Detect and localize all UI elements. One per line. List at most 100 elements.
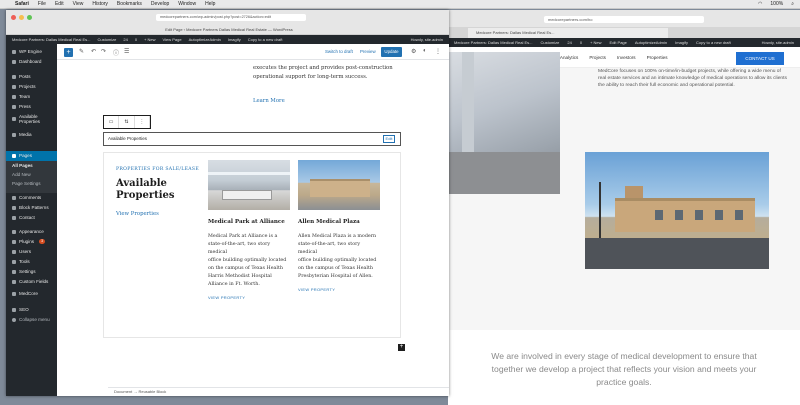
tab-editor[interactable]: Edit Page ‹ Medcore Partners Dallas Medi… (154, 25, 304, 35)
plugin-icon[interactable]: ◐ (423, 48, 427, 54)
menu-app-name[interactable]: Safari (15, 1, 29, 7)
menu-help[interactable]: Help (205, 1, 215, 7)
move-block-icon[interactable]: ⇅ (119, 116, 135, 128)
sidebar-item-team[interactable]: Team (12, 94, 30, 99)
nav-projects[interactable]: Projects (589, 55, 606, 60)
menu-view[interactable]: View (73, 1, 84, 7)
admin-bar-view-page[interactable]: View Page (163, 37, 182, 42)
sidebar-collapse-menu[interactable]: Collapse menu (12, 317, 50, 322)
property-photo-allen-plaza (298, 160, 380, 210)
property-title[interactable]: Allen Medical Plaza (298, 219, 380, 225)
menu-edit[interactable]: Edit (55, 1, 64, 7)
admin-bar-new[interactable]: + New (590, 40, 601, 45)
sidebar-item-appearance[interactable]: Appearance (12, 229, 44, 234)
admin-bar-howdy[interactable]: Howdy, site.admin (411, 37, 443, 42)
property-title[interactable]: Medical Park at Alliance (208, 219, 290, 225)
update-button[interactable]: Update (381, 47, 402, 57)
settings-gear-icon[interactable]: ⚙ (411, 48, 416, 55)
admin-bar-updates[interactable]: 24 (567, 40, 571, 45)
switch-to-draft-button[interactable]: Switch to draft (325, 49, 353, 54)
admin-bar-comments[interactable]: 0 (580, 40, 582, 45)
menu-develop[interactable]: Develop (151, 1, 169, 7)
wifi-icon[interactable]: ◠ (758, 1, 762, 7)
preview-button[interactable]: Preview (360, 49, 376, 54)
sidebar-item-custom-fields[interactable]: Custom Fields (12, 279, 48, 284)
sidebar-item-wp-engine[interactable]: WP Engine (12, 49, 42, 54)
address-bar[interactable]: medcorepartners.com/ho (544, 16, 704, 23)
available-properties-block[interactable]: PROPERTIES FOR SALE/LEASE Available Prop… (103, 152, 401, 338)
sidebar-item-settings[interactable]: Settings (12, 269, 36, 274)
admin-bar-updates[interactable]: 24 (123, 37, 127, 42)
admin-bar-edit-page[interactable]: Edit Page (610, 40, 627, 45)
tab-site[interactable]: Medcore Partners: Dallas Medical Real Es… (468, 28, 668, 38)
view-properties-link[interactable]: View Properties (116, 211, 159, 217)
close-window-icon[interactable] (11, 15, 16, 20)
view-property-link[interactable]: VIEW PROPERTY (208, 295, 290, 300)
sidebar-item-comments[interactable]: Comments (12, 195, 41, 200)
add-block-button[interactable]: + (64, 48, 73, 57)
press-icon (12, 104, 16, 109)
contact-icon (12, 215, 16, 220)
admin-bar-autoptimize[interactable]: AutoptimizeAdmin (189, 37, 221, 42)
settings-icon (12, 269, 16, 274)
more-options-icon[interactable]: ⋮ (435, 48, 441, 55)
sidebar-item-contact[interactable]: Contact (12, 215, 35, 220)
sidebar-item-block-patterns[interactable]: Block Patterns (12, 205, 49, 210)
battery-status[interactable]: 100% (770, 1, 783, 7)
sidebar-item-seo[interactable]: SEO (12, 307, 29, 312)
list-view-icon[interactable]: ☰ (124, 48, 129, 55)
admin-bar-howdy[interactable]: Howdy, site.admin (762, 40, 794, 45)
sidebar-item-media[interactable]: Media (12, 132, 32, 137)
admin-bar-copy-draft[interactable]: Copy to a new draft (696, 40, 731, 45)
sidebar-item-available-properties[interactable]: Available Properties (12, 114, 56, 124)
sidebar-sub-page-settings[interactable]: Page Settings (12, 181, 41, 186)
menu-window[interactable]: Window (178, 1, 196, 7)
sidebar-item-medcore[interactable]: MedCore (12, 291, 38, 296)
tab-strip: Medcore Partners: Dallas Medical Real Es… (448, 27, 800, 38)
zoom-window-icon[interactable] (27, 15, 32, 20)
address-bar[interactable]: medcorepartners.com/wp-admin/post.php?po… (156, 14, 306, 21)
admin-bar-autoptimize[interactable]: AutoptimizeAdmin (635, 40, 667, 45)
admin-bar-customize[interactable]: Customize (540, 40, 559, 45)
menu-history[interactable]: History (92, 1, 108, 7)
sidebar-sub-all-pages[interactable]: All Pages (12, 163, 33, 168)
nav-properties[interactable]: Properties (647, 55, 668, 60)
nav-investors[interactable]: Investors (617, 55, 636, 60)
inserter-plus-button[interactable]: + (398, 344, 405, 351)
view-property-link[interactable]: VIEW PROPERTY (298, 287, 380, 292)
sidebar-item-dashboard[interactable]: Dashboard (12, 59, 41, 64)
sidebar-item-posts[interactable]: Posts (12, 74, 31, 79)
admin-bar-customize[interactable]: Customize (97, 37, 116, 42)
sidebar-item-projects[interactable]: Projects (12, 84, 36, 89)
admin-bar-new[interactable]: + New (144, 37, 155, 42)
tools-pencil-icon[interactable]: ✎ (79, 48, 84, 55)
admin-bar-site[interactable]: Medcore Partners: Dallas Medical Real Es… (454, 40, 532, 45)
menu-bookmarks[interactable]: Bookmarks (117, 1, 142, 7)
reusable-edit-button[interactable]: Edit (383, 135, 395, 143)
redo-icon[interactable]: ↷ (101, 48, 106, 55)
sidebar-item-press[interactable]: Press (12, 104, 31, 109)
admin-bar-imagify[interactable]: Imagify (675, 40, 688, 45)
block-options-icon[interactable]: ⋮ (135, 116, 150, 128)
admin-bar-comments[interactable]: 0 (135, 37, 137, 42)
admin-bar-imagify[interactable]: Imagify (228, 37, 241, 42)
reusable-block-header[interactable]: Available Properties Edit (103, 132, 401, 146)
sidebar-sub-add-new[interactable]: Add New (12, 172, 31, 177)
admin-bar-copy-draft[interactable]: Copy to a new draft (248, 37, 283, 42)
admin-bar-site[interactable]: Medcore Partners: Dallas Medical Real Es… (12, 37, 90, 42)
sidebar-item-tools[interactable]: Tools (12, 259, 30, 264)
block-type-icon[interactable]: ▭ (104, 116, 120, 128)
block-breadcrumb[interactable]: Document → Reusable Block (108, 387, 449, 396)
desktop-file[interactable]: UX_LOGO_BOUND 6_V2_01.png (482, 391, 518, 401)
search-icon[interactable]: ⌕ (791, 1, 794, 7)
sidebar-item-pages[interactable]: Pages (12, 153, 32, 158)
learn-more-link[interactable]: Learn More (253, 98, 285, 104)
contact-us-button[interactable]: CONTACT US (736, 52, 784, 65)
info-icon[interactable]: ⓘ (113, 48, 119, 57)
properties-icon (12, 117, 16, 121)
sidebar-item-plugins[interactable]: Plugins 3 (12, 239, 46, 244)
sidebar-item-users[interactable]: Users (12, 249, 31, 254)
undo-icon[interactable]: ↶ (91, 48, 96, 55)
minimize-window-icon[interactable] (19, 15, 24, 20)
menu-file[interactable]: File (38, 1, 46, 7)
